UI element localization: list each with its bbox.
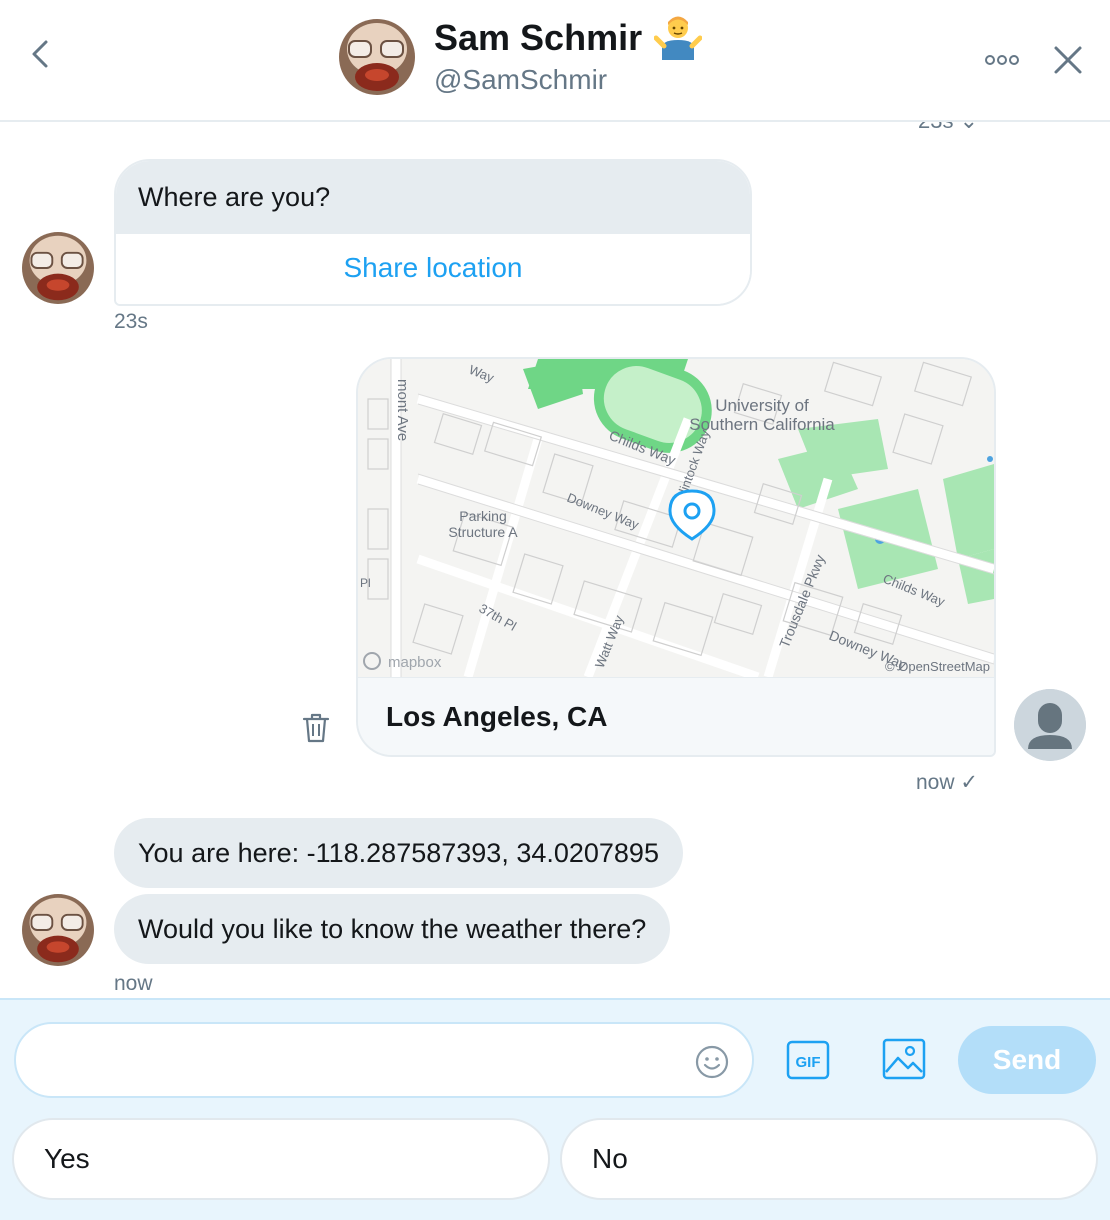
quick-reply-yes[interactable]: Yes bbox=[12, 1118, 550, 1200]
emoji-icon[interactable] bbox=[694, 1044, 730, 1080]
image-icon[interactable] bbox=[882, 1038, 926, 1080]
message-timestamp: now ✓ bbox=[916, 771, 978, 794]
location-card[interactable]: University of Southern California Childs… bbox=[356, 357, 996, 757]
message-timestamp: 23s bbox=[114, 310, 148, 333]
map-label-parking: Structure A bbox=[448, 524, 518, 540]
header-avatar[interactable] bbox=[339, 19, 415, 95]
message-text: Where are you? bbox=[116, 161, 750, 234]
gif-label: GIF bbox=[796, 1054, 821, 1071]
trash-icon[interactable] bbox=[301, 712, 331, 744]
send-button[interactable]: Send bbox=[958, 1026, 1096, 1094]
message-text: You are here: -118.287587393, 34.0207895 bbox=[114, 818, 683, 888]
share-location-button[interactable]: Share location bbox=[116, 234, 750, 304]
contact-handle: @SamSchmir bbox=[434, 64, 608, 95]
map-label-university: University of bbox=[715, 396, 809, 415]
map-label-street: mont Ave bbox=[394, 379, 411, 441]
chevron-left-icon[interactable] bbox=[22, 34, 62, 74]
quick-reply-no[interactable]: No bbox=[560, 1118, 1098, 1200]
location-name: Los Angeles, CA bbox=[358, 677, 994, 755]
contact-avatar[interactable] bbox=[22, 894, 94, 966]
map-attribution: © OpenStreetMap bbox=[885, 659, 990, 674]
user-avatar[interactable] bbox=[1014, 689, 1086, 761]
message-bubble: You are here: -118.287587393, 34.0207895 bbox=[114, 818, 683, 888]
message-composer: GIF Send Yes No bbox=[0, 998, 1110, 1220]
conversation-thread[interactable]: 23s ⌄ Where are you? Share location 23s bbox=[0, 122, 1110, 998]
map-preview[interactable]: University of Southern California Childs… bbox=[358, 359, 994, 677]
contact-name: Sam Schmir bbox=[434, 17, 643, 58]
close-icon[interactable] bbox=[1050, 42, 1086, 78]
message-text: Would you like to know the weather there… bbox=[114, 894, 671, 964]
contact-avatar[interactable] bbox=[22, 232, 94, 304]
message-input[interactable] bbox=[14, 1022, 754, 1098]
more-dots-icon[interactable] bbox=[982, 50, 1022, 70]
message-timestamp: now bbox=[114, 972, 153, 995]
map-label-street: Pl bbox=[360, 576, 371, 590]
person-shrugging-emoji bbox=[654, 16, 702, 60]
mapbox-logo: mapbox bbox=[388, 654, 442, 671]
map-label-university: Southern California bbox=[689, 415, 835, 434]
map-label-parking: Parking bbox=[459, 508, 506, 524]
message-bubble: Would you like to know the weather there… bbox=[114, 894, 671, 964]
message-bubble-with-cta: Where are you? Share location bbox=[114, 159, 752, 306]
gif-button[interactable]: GIF bbox=[786, 1040, 830, 1080]
message-timestamp: 23s ⌄ bbox=[918, 122, 978, 134]
conversation-header: Sam Schmir @SamSchmir bbox=[0, 0, 1110, 122]
